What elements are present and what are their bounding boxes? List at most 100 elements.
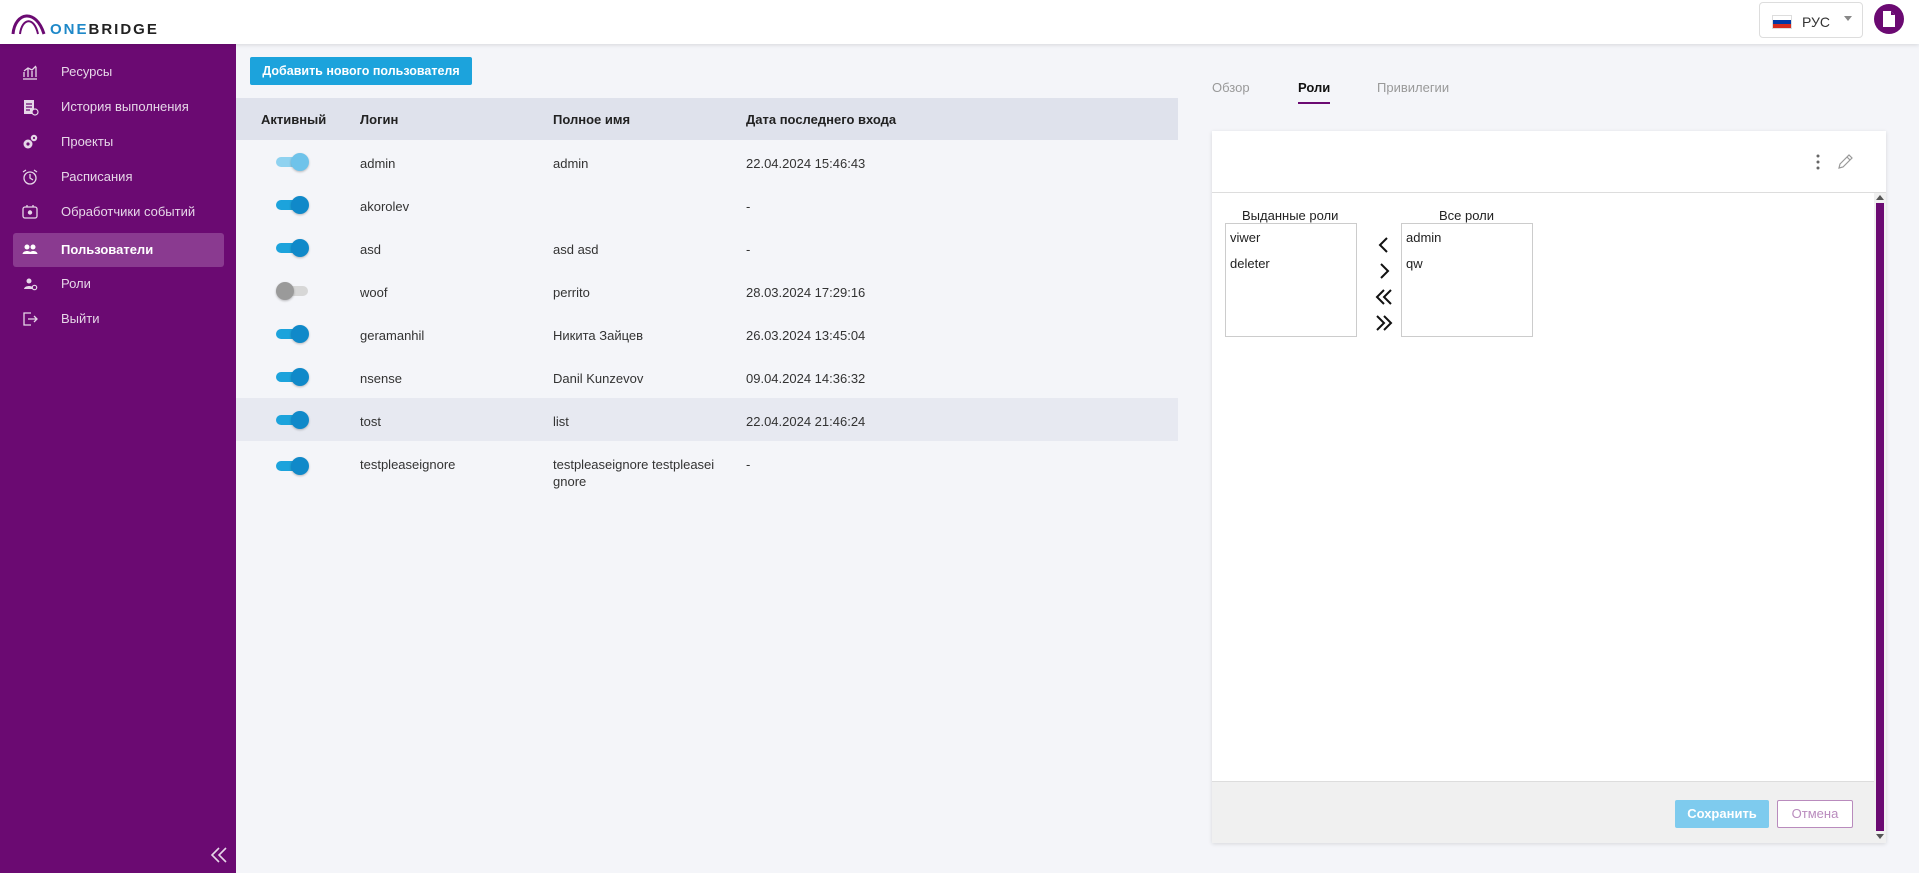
- scrollbar-thumb[interactable]: [1876, 203, 1884, 831]
- cancel-button[interactable]: Отмена: [1777, 800, 1853, 828]
- logo-text: ONEBRIDGE: [50, 21, 159, 38]
- edit-pencil-icon[interactable]: [1835, 152, 1855, 172]
- table-row[interactable]: tost list 22.04.2024 21:46:24: [236, 398, 1178, 441]
- login-cell: nsense: [360, 371, 402, 386]
- active-toggle[interactable]: [276, 153, 310, 171]
- last-login-cell: 22.04.2024 15:46:43: [746, 156, 866, 171]
- active-toggle[interactable]: [276, 196, 310, 214]
- move-right-icon[interactable]: [1373, 260, 1395, 282]
- sidebar: Ресурсы История выполнения Проекты Распи…: [0, 44, 236, 873]
- full-name-cell: Danil Kunzevov: [553, 371, 644, 386]
- sidebar-item-event-handlers[interactable]: Обработчики событий: [13, 195, 224, 229]
- login-cell: asd: [360, 242, 381, 257]
- full-name-cell: admin: [553, 156, 589, 171]
- list-item[interactable]: admin: [1406, 230, 1441, 245]
- login-cell: testpleaseignore: [360, 457, 456, 472]
- table-row[interactable]: testpleaseignore testpleaseignore testpl…: [236, 441, 1178, 497]
- history-icon: [24, 100, 39, 116]
- sidebar-item-resources[interactable]: Ресурсы: [13, 55, 224, 89]
- full-name-cell: list: [553, 414, 569, 429]
- full-name-cell: testpleaseignore testpleasei gnore: [553, 456, 714, 490]
- column-header-active[interactable]: Активный: [261, 112, 326, 127]
- full-name-cell: perrito: [553, 285, 590, 300]
- collapse-sidebar-icon[interactable]: [208, 844, 230, 866]
- login-cell: tost: [360, 414, 381, 429]
- tab-overview[interactable]: Обзор: [1212, 80, 1250, 95]
- list-item[interactable]: deleter: [1230, 256, 1270, 271]
- sidebar-item-projects[interactable]: Проекты: [13, 125, 224, 159]
- document-button[interactable]: [1874, 4, 1904, 34]
- full-name-line: gnore: [553, 474, 587, 489]
- active-toggle[interactable]: [276, 282, 310, 300]
- full-name-cell: Никита Зайцев: [553, 328, 644, 343]
- users-icon: [22, 244, 38, 254]
- roles-icon: [24, 278, 38, 291]
- last-login-cell: 28.03.2024 17:29:16: [746, 285, 866, 300]
- sidebar-item-logout[interactable]: Выйти: [13, 302, 224, 336]
- sidebar-item-label: Проекты: [61, 134, 114, 149]
- sidebar-item-label: Расписания: [61, 169, 133, 184]
- last-login-cell: -: [746, 457, 751, 472]
- tab-roles[interactable]: Роли: [1298, 80, 1330, 95]
- table-row[interactable]: nsense Danil Kunzevov 09.04.2024 14:36:3…: [236, 355, 1178, 398]
- move-all-left-icon[interactable]: [1373, 286, 1395, 308]
- table-header: Активный Логин Полное имя Дата последнег…: [236, 98, 1178, 140]
- table-row[interactable]: akorolev -: [236, 183, 1178, 226]
- last-login-cell: 09.04.2024 14:36:32: [746, 371, 866, 386]
- list-item[interactable]: qw: [1406, 256, 1423, 271]
- sidebar-item-schedules[interactable]: Расписания: [13, 160, 224, 194]
- table-row[interactable]: admin admin 22.04.2024 15:46:43: [236, 140, 1178, 183]
- sidebar-item-label: Роли: [61, 276, 91, 291]
- table-row[interactable]: asd asd asd -: [236, 226, 1178, 269]
- assigned-roles-title: Выданные роли: [1242, 208, 1339, 223]
- logout-icon: [23, 312, 38, 326]
- sidebar-item-label: Обработчики событий: [61, 204, 196, 219]
- table-row[interactable]: geramanhil Никита Зайцев 26.03.2024 13:4…: [236, 312, 1178, 355]
- active-toggle[interactable]: [276, 325, 310, 343]
- scroll-up-icon[interactable]: [1876, 195, 1884, 200]
- chart-icon: [23, 65, 37, 80]
- column-header-login[interactable]: Логин: [360, 112, 398, 127]
- document-icon: [1883, 11, 1895, 27]
- language-selector[interactable]: РУС: [1759, 2, 1863, 38]
- save-button[interactable]: Сохранить: [1675, 800, 1769, 828]
- tab-privileges[interactable]: Привилегии: [1377, 80, 1449, 95]
- sidebar-item-users[interactable]: Пользователи: [13, 233, 224, 267]
- table-row[interactable]: woof perrito 28.03.2024 17:29:16: [236, 269, 1178, 312]
- full-name-cell: asd asd: [553, 242, 599, 257]
- move-all-right-icon[interactable]: [1373, 312, 1395, 334]
- active-toggle[interactable]: [276, 368, 310, 386]
- all-roles-listbox[interactable]: admin qw: [1401, 223, 1533, 337]
- login-cell: woof: [360, 285, 388, 300]
- column-header-full-name[interactable]: Полное имя: [553, 112, 630, 127]
- active-toggle[interactable]: [276, 457, 310, 475]
- card-footer: Сохранить Отмена: [1212, 781, 1874, 843]
- all-roles-title: Все роли: [1439, 208, 1495, 223]
- event-handler-icon: [22, 205, 38, 219]
- active-tab-indicator: [1298, 102, 1330, 104]
- login-cell: geramanhil: [360, 328, 425, 343]
- assigned-roles-listbox[interactable]: viwer deleter: [1225, 223, 1357, 337]
- russia-flag-icon: [1772, 15, 1792, 29]
- active-toggle[interactable]: [276, 239, 310, 257]
- login-cell: akorolev: [360, 199, 410, 214]
- sidebar-item-label: Пользователи: [61, 242, 154, 257]
- last-login-cell: 22.04.2024 21:46:24: [746, 414, 866, 429]
- more-options-icon[interactable]: [1815, 153, 1821, 171]
- logo-arc-icon: [11, 14, 46, 35]
- active-toggle[interactable]: [276, 411, 310, 429]
- add-user-button[interactable]: Добавить нового пользователя: [250, 57, 472, 85]
- chevron-down-icon: [1844, 16, 1852, 21]
- login-cell: admin: [360, 156, 396, 171]
- move-left-icon[interactable]: [1373, 234, 1395, 256]
- sidebar-item-roles[interactable]: Роли: [13, 267, 224, 301]
- column-header-last-login[interactable]: Дата последнего входа: [746, 112, 896, 127]
- onebridge-logo[interactable]: ONEBRIDGE: [10, 6, 160, 40]
- last-login-cell: -: [746, 199, 751, 214]
- full-name-line: testpleaseignore testpleasei: [553, 457, 715, 472]
- gears-icon: [23, 134, 38, 149]
- list-item[interactable]: viwer: [1230, 230, 1260, 245]
- scroll-down-icon[interactable]: [1876, 834, 1884, 839]
- sidebar-item-history[interactable]: История выполнения: [13, 90, 224, 124]
- vertical-scrollbar[interactable]: [1874, 193, 1886, 843]
